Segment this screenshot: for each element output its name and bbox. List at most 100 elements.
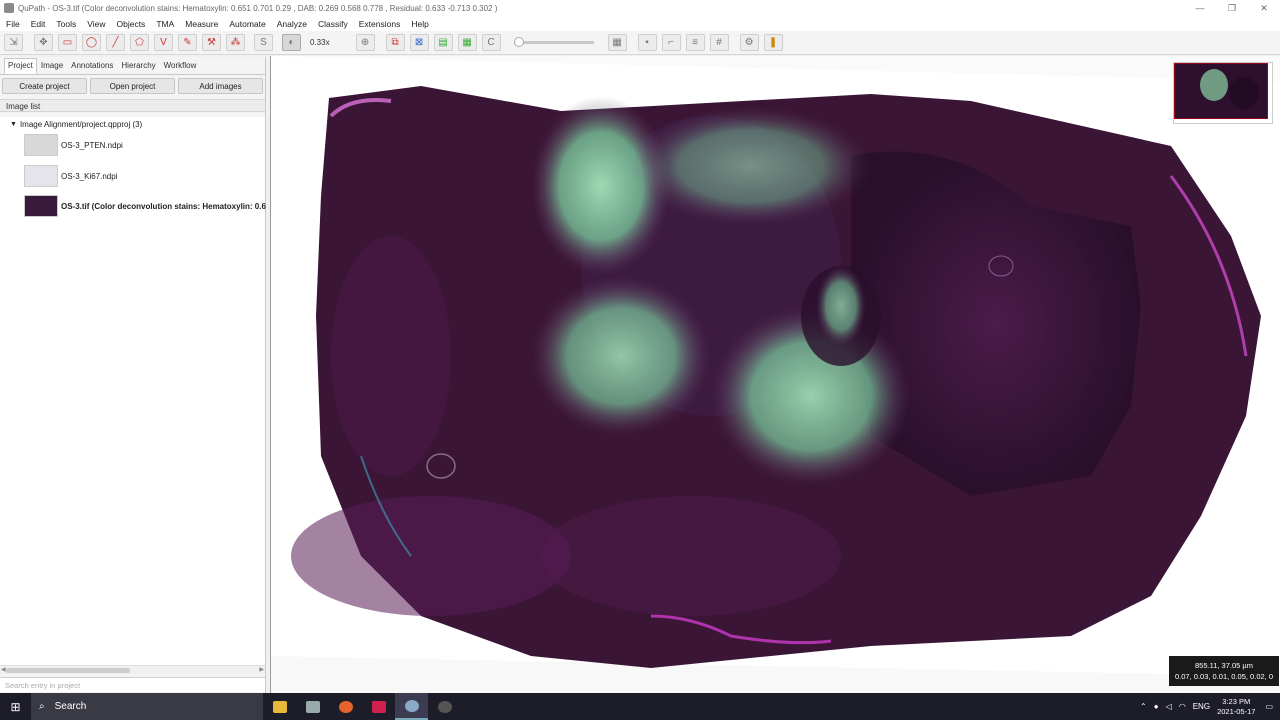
window-app-icon: [305, 700, 320, 713]
clock-time: 3:23 PM: [1222, 696, 1251, 706]
brightness-contrast-button[interactable]: ◐: [282, 34, 301, 51]
move-tool-button[interactable]: ✥: [34, 34, 53, 51]
ide-button[interactable]: [362, 693, 395, 720]
grid-button[interactable]: #: [709, 34, 729, 51]
volume-icon[interactable]: ◁: [1166, 702, 1172, 711]
overview-image: [1174, 63, 1268, 119]
start-button[interactable]: ⊞: [0, 693, 31, 720]
tab-hierarchy[interactable]: Hierarchy: [117, 58, 159, 74]
ellipse-tool-button[interactable]: ◯: [82, 34, 101, 51]
menu-extensions[interactable]: Extensions: [359, 19, 401, 29]
maximize-button[interactable]: ❐: [1216, 0, 1248, 16]
contrast-icon: ◐: [288, 37, 295, 48]
polygon-tool-button[interactable]: ⬠: [130, 34, 149, 51]
show-detections-button[interactable]: ▤: [433, 34, 453, 51]
menu-file[interactable]: File: [6, 19, 20, 29]
menu-objects[interactable]: Objects: [116, 19, 145, 29]
menu-help[interactable]: Help: [411, 19, 428, 29]
menu-analyze[interactable]: Analyze: [277, 19, 307, 29]
menu-automate[interactable]: Automate: [229, 19, 265, 29]
search-entry-input[interactable]: Search entry in project: [0, 677, 265, 692]
log-button[interactable]: ❚: [763, 34, 783, 51]
show-annotations-button[interactable]: ⧉: [385, 34, 405, 51]
list-item[interactable]: OS-3_Ki67.ndpi: [24, 164, 117, 188]
brush-tool-button[interactable]: ✎: [178, 34, 197, 51]
minimize-button[interactable]: —: [1184, 0, 1216, 16]
rectangle-tool-button[interactable]: ▭: [58, 34, 77, 51]
gear-icon: ⚙: [744, 37, 754, 48]
overview-thumbnail[interactable]: [1173, 62, 1273, 124]
scrollbar-thumb[interactable]: [6, 668, 130, 673]
list-item[interactable]: OS-3_PTEN.ndpi: [24, 133, 123, 157]
scroll-right-icon[interactable]: ▶: [259, 666, 264, 673]
scroll-left-icon[interactable]: ◀: [1, 666, 6, 673]
points-tool-button[interactable]: ⁂: [226, 34, 245, 51]
menu-measure[interactable]: Measure: [185, 19, 218, 29]
menu-tools[interactable]: Tools: [56, 19, 76, 29]
search-icon: ⌕: [39, 701, 45, 712]
polyline-tool-button[interactable]: V: [154, 34, 173, 51]
tab-annotations[interactable]: Annotations: [67, 58, 117, 74]
line-tool-button[interactable]: ╱: [106, 34, 125, 51]
slide-image[interactable]: [271, 56, 1280, 693]
cursor-location-button[interactable]: ≡: [685, 34, 705, 51]
image-list-label: Image list: [0, 99, 265, 112]
selection-mode-button[interactable]: S: [254, 34, 273, 51]
measurement-table-button[interactable]: ▦: [607, 34, 627, 51]
taskbar-search-label: Search: [54, 701, 87, 712]
view-overview-button[interactable]: ▪: [637, 34, 657, 51]
wifi-icon[interactable]: ◠: [1179, 702, 1186, 711]
project-node[interactable]: ▼ Image Alignment/project.qpproj (3): [10, 120, 142, 129]
toggle-panel-button[interactable]: ⇲: [4, 34, 23, 51]
pixel-classification-button[interactable]: C: [481, 34, 501, 51]
tab-image[interactable]: Image: [37, 58, 67, 74]
opacity-slider[interactable]: [513, 37, 594, 47]
menu-view[interactable]: View: [87, 19, 105, 29]
file-explorer-button[interactable]: [263, 693, 296, 720]
show-tma-grid-button[interactable]: ⊠: [409, 34, 429, 51]
obs-icon: [437, 700, 452, 713]
move-tool-icon: ✥: [39, 37, 48, 48]
qupath-icon: [404, 699, 419, 712]
list-item-selected[interactable]: OS-3.tif (Color deconvolution stains: He…: [24, 194, 266, 218]
menu-edit[interactable]: Edit: [31, 19, 46, 29]
clock[interactable]: 3:23 PM 2021-05-17: [1217, 697, 1255, 717]
tab-project[interactable]: Project: [4, 58, 37, 74]
expand-triangle-icon[interactable]: ▼: [10, 121, 17, 128]
qupath-taskbar-button[interactable]: [395, 693, 428, 720]
horizontal-scrollbar[interactable]: ◀ ▶: [0, 665, 265, 674]
open-project-button[interactable]: Open project: [90, 78, 175, 94]
zoom-to-fit-button[interactable]: ⊕: [355, 34, 375, 51]
slider-thumb[interactable]: [513, 37, 524, 47]
app-button[interactable]: [296, 693, 329, 720]
firefox-icon: [338, 700, 353, 713]
ide-icon: [371, 700, 386, 713]
entry-name: OS-3_PTEN.ndpi: [61, 140, 123, 150]
taskbar-search[interactable]: ⌕ Search: [31, 693, 263, 720]
system-tray: ⌃ ● ◁ ◠ ENG 3:23 PM 2021-05-17 ▭: [1140, 693, 1280, 720]
left-panel-tabs: Project Image Annotations Hierarchy Work…: [0, 57, 265, 75]
add-images-button[interactable]: Add images: [178, 78, 263, 94]
notification-icon[interactable]: ▭: [1265, 702, 1273, 711]
close-button[interactable]: ✕: [1248, 0, 1280, 16]
menu-classify[interactable]: Classify: [318, 19, 348, 29]
menu-tma[interactable]: TMA: [156, 19, 174, 29]
left-panel: Project Image Annotations Hierarchy Work…: [0, 57, 266, 693]
firefox-button[interactable]: [329, 693, 362, 720]
preferences-button[interactable]: ⚙: [739, 34, 759, 51]
language-indicator[interactable]: ENG: [1193, 702, 1210, 711]
brush-tool-icon: ✎: [183, 37, 192, 48]
obs-button[interactable]: [428, 693, 461, 720]
wand-tool-icon: ⚒: [207, 37, 216, 48]
fill-detections-button[interactable]: ▦: [457, 34, 477, 51]
zoom-icon: ⊕: [360, 37, 370, 48]
wand-tool-button[interactable]: ⚒: [202, 34, 221, 51]
scalebar-button[interactable]: ⌐: [661, 34, 681, 51]
create-project-button[interactable]: Create project: [2, 78, 87, 94]
qupath-app-icon: [4, 3, 14, 13]
image-list-tree[interactable]: ▼ Image Alignment/project.qpproj (3) OS-…: [0, 117, 266, 665]
image-viewer[interactable]: 855.11, 37.05 µm 0.07, 0.03, 0.01, 0.05,…: [270, 56, 1280, 693]
microphone-icon[interactable]: ●: [1154, 702, 1159, 711]
tab-workflow[interactable]: Workflow: [160, 58, 201, 74]
tray-chevron-icon[interactable]: ⌃: [1140, 702, 1147, 711]
